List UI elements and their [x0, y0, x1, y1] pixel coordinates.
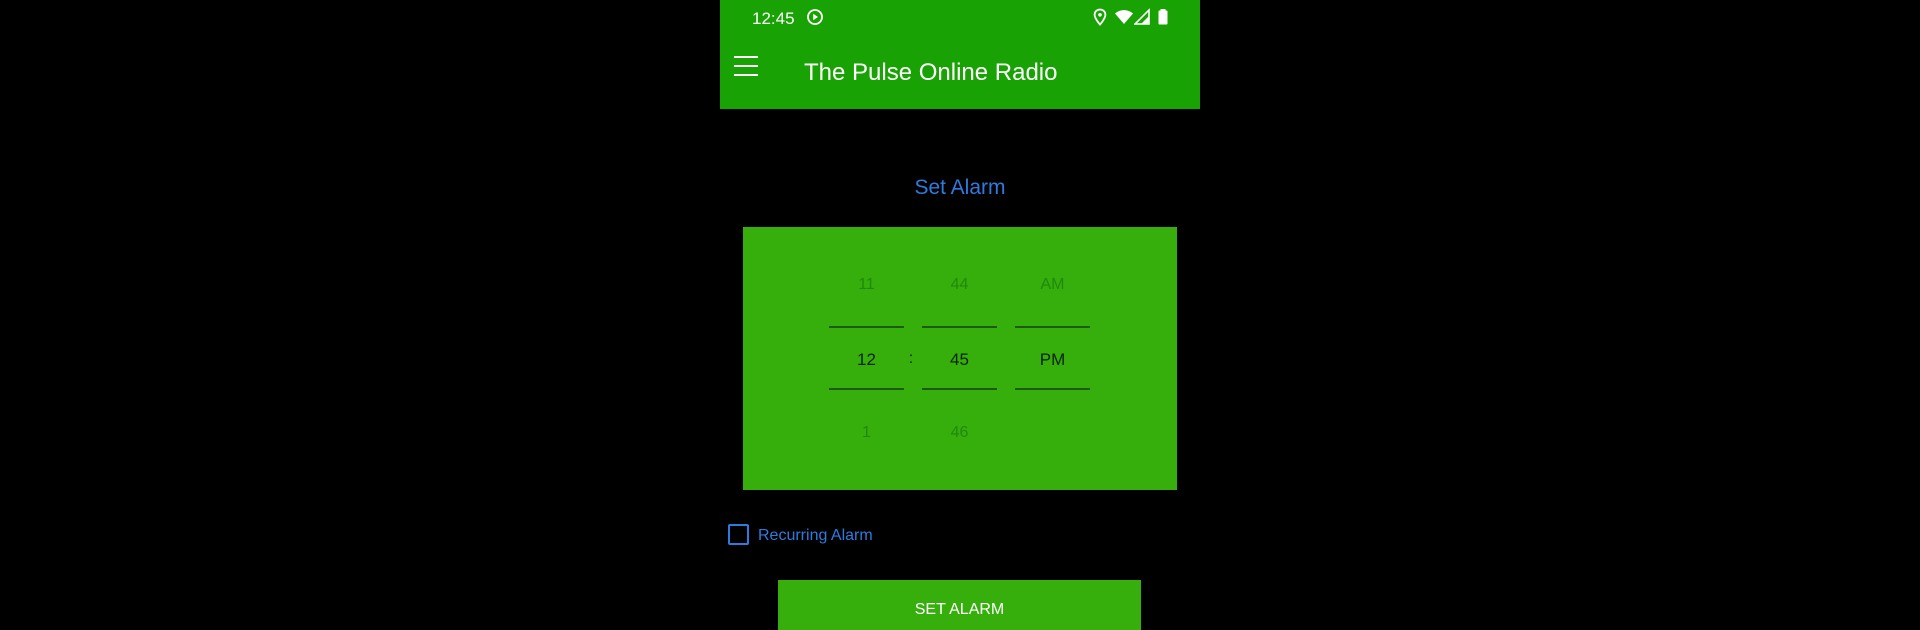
- minute-spinner[interactable]: 44 45 46: [922, 227, 997, 490]
- status-bar: 12:45: [720, 0, 1200, 37]
- minute-divider-top: [922, 326, 997, 328]
- cell-signal-icon: [1134, 8, 1150, 25]
- recurring-alarm-checkbox[interactable]: [728, 524, 749, 545]
- period-divider-bottom: [1015, 388, 1090, 390]
- hour-divider-top: [829, 326, 904, 328]
- set-alarm-button[interactable]: SET ALARM: [778, 580, 1141, 630]
- time-picker: 11 12 1 : 44 45 46 AM PM: [743, 227, 1177, 490]
- time-separator: :: [908, 350, 914, 367]
- period-previous[interactable]: AM: [1015, 276, 1090, 294]
- minute-current[interactable]: 45: [922, 350, 997, 370]
- am-pm-spinner[interactable]: AM PM: [1015, 227, 1090, 490]
- phone-screen: 12:45 The Pulse Online Radio Set Alarm 1…: [720, 0, 1200, 630]
- app-title: The Pulse Online Radio: [804, 59, 1058, 86]
- hour-previous[interactable]: 11: [829, 276, 904, 294]
- minute-previous[interactable]: 44: [922, 276, 997, 294]
- status-time: 12:45: [752, 9, 795, 28]
- period-divider-top: [1015, 326, 1090, 328]
- set-alarm-heading: Set Alarm: [914, 176, 1006, 199]
- minute-divider-bottom: [922, 388, 997, 390]
- recurring-alarm-label: Recurring Alarm: [758, 527, 873, 544]
- hour-next[interactable]: 1: [829, 424, 904, 442]
- location-icon: [1093, 8, 1107, 26]
- hour-current[interactable]: 12: [829, 350, 904, 370]
- hour-divider-bottom: [829, 388, 904, 390]
- wifi-icon: [1115, 10, 1133, 24]
- battery-icon: [1158, 9, 1168, 25]
- hour-spinner[interactable]: 11 12 1: [829, 227, 904, 490]
- minute-next[interactable]: 46: [922, 424, 997, 442]
- period-current[interactable]: PM: [1015, 350, 1090, 370]
- media-play-icon: [807, 9, 823, 25]
- hamburger-menu-icon[interactable]: [720, 37, 772, 109]
- app-bar: The Pulse Online Radio: [720, 37, 1200, 109]
